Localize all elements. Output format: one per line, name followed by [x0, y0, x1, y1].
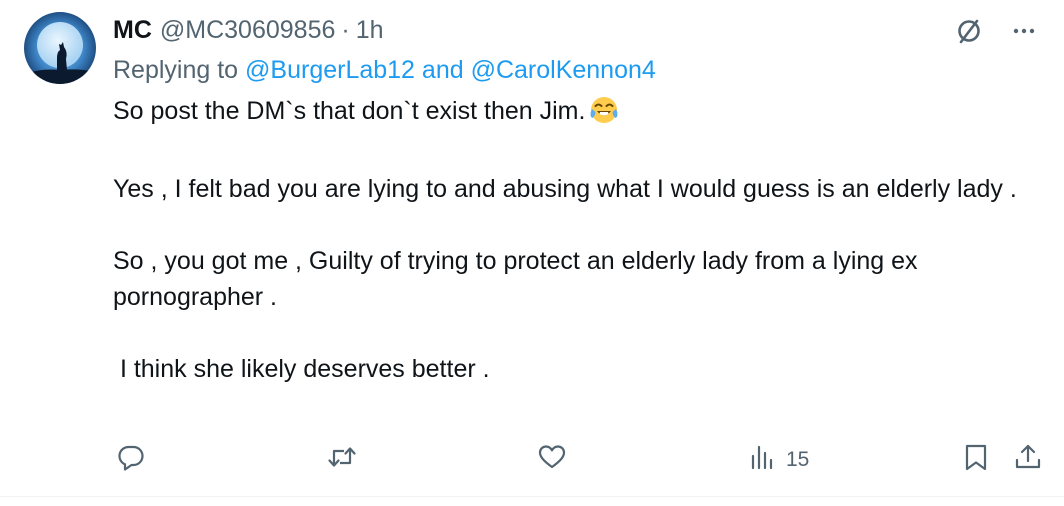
- reply-context: Replying to @BurgerLab12 and @CarolKenno…: [113, 56, 656, 85]
- tweet-paragraph: So post the DM`s that don`t exist then J…: [113, 93, 1038, 135]
- retweet-icon: [326, 442, 358, 478]
- avatar[interactable]: [24, 12, 96, 84]
- tweet-action-bar: 15: [0, 440, 1064, 480]
- views-count: 15: [786, 448, 810, 471]
- tweet-paragraph: So , you got me , Guilty of trying to pr…: [113, 247, 918, 311]
- tweet-paragraph: Yes , I felt bad you are lying to and ab…: [113, 175, 1017, 203]
- share-icon: [1013, 442, 1043, 478]
- bookmark-icon: [961, 442, 991, 478]
- grok-slash-icon[interactable]: [954, 16, 984, 46]
- analytics-icon: [748, 442, 778, 478]
- tweet-top-actions: [954, 16, 1036, 46]
- timestamp[interactable]: 1h: [356, 16, 384, 45]
- tweet-paragraph-text: So post the DM`s that don`t exist then J…: [113, 97, 586, 125]
- display-name[interactable]: MC: [113, 16, 152, 45]
- mention-link[interactable]: @CarolKennon4: [471, 56, 656, 84]
- tweet-header: MC @MC30609856 · 1h: [113, 14, 384, 46]
- face-with-tears-of-joy-emoji-icon: [589, 95, 619, 135]
- bookmark-button[interactable]: [961, 440, 991, 480]
- reply-button[interactable]: [116, 440, 146, 480]
- tweet-text: So post the DM`s that don`t exist then J…: [113, 93, 1038, 387]
- separator-dot: ·: [341, 15, 350, 44]
- retweet-button[interactable]: [326, 440, 358, 480]
- heart-icon: [537, 442, 567, 478]
- tweet: MC @MC30609856 · 1h Replying to @BurgerL…: [0, 0, 1064, 497]
- reply-prefix: Replying to: [113, 56, 246, 84]
- reply-conjunction[interactable]: and: [415, 56, 471, 84]
- mention-link[interactable]: @BurgerLab12: [245, 56, 415, 84]
- reply-icon: [116, 442, 146, 478]
- user-handle[interactable]: @MC30609856: [160, 16, 336, 45]
- like-button[interactable]: [537, 440, 567, 480]
- tweet-paragraph: I think she likely deserves better .: [113, 355, 490, 383]
- share-button[interactable]: [1013, 440, 1043, 480]
- wolf-moon-avatar-icon: [24, 12, 96, 84]
- tweet-divider: [0, 496, 1064, 497]
- views-button[interactable]: 15: [748, 440, 809, 480]
- more-dots-icon[interactable]: [1012, 19, 1036, 43]
